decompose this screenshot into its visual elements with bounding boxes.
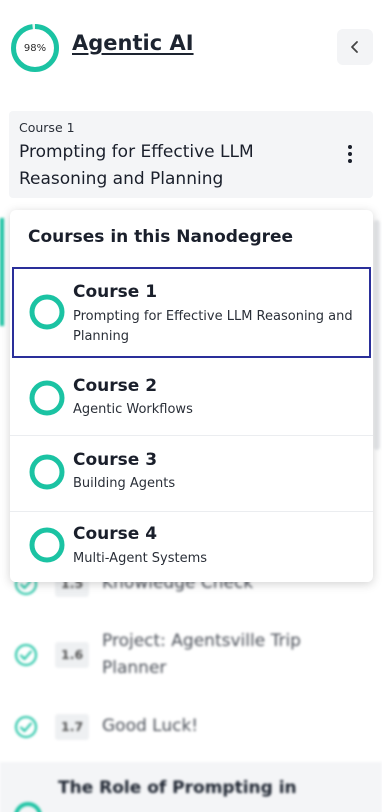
course-progress-ring-icon (28, 526, 66, 564)
collapse-sidebar-button[interactable] (337, 29, 373, 65)
course-progress-ring-icon (28, 453, 66, 491)
course-progress-ring-icon (28, 379, 66, 417)
lesson-name: Project: Agentsville Trip Planner (102, 631, 301, 678)
check-circle-icon (15, 716, 37, 738)
course-option-1[interactable]: Course 1 Prompting for Effective LLM Rea… (12, 267, 371, 358)
kebab-menu-icon[interactable] (340, 141, 360, 167)
course-option-subtitle: Prompting for Effective LLM Reasoning an… (73, 309, 353, 344)
course-option-title: Course 4 (73, 524, 158, 544)
current-course-card[interactable]: Course 1 Prompting for Effective LLM Rea… (9, 111, 373, 198)
check-circle-icon (15, 644, 37, 666)
current-course-title: Prompting for Effective LLM Reasoning an… (19, 142, 254, 189)
course-option-title: Course 2 (73, 376, 158, 396)
course-option-4[interactable]: Course 4 Multi-Agent Systems (12, 512, 371, 582)
course-option-subtitle: Building Agents (73, 476, 176, 491)
courses-dropdown: Courses in this Nanodegree Course 1 Prom… (10, 210, 373, 582)
course-option-3[interactable]: Course 3 Building Agents (12, 436, 371, 510)
course-option-subtitle: Agentic Workflows (73, 402, 193, 417)
progress-ring-icon (14, 802, 42, 812)
course-option-2[interactable]: Course 2 Agentic Workflows (12, 360, 371, 434)
active-lesson-indicator (0, 218, 4, 326)
next-section-title: The Role of Prompting in (58, 778, 297, 798)
scrollbar[interactable] (374, 220, 380, 450)
header: 98% Agentic AI (0, 0, 382, 96)
course-option-title: Course 1 (73, 282, 158, 302)
next-section[interactable]: The Role of Prompting in (0, 762, 382, 812)
lesson-number: 1.6 (55, 642, 90, 668)
lesson-number: 1.7 (55, 714, 90, 740)
course-option-subtitle: Multi-Agent Systems (73, 551, 208, 566)
progress-percent: 98% (23, 42, 47, 54)
current-course-label: Course 1 (19, 120, 75, 135)
nanodegree-title-link[interactable]: Agentic AI (72, 31, 194, 55)
chevron-left-icon (351, 41, 358, 53)
course-progress-ring-icon (28, 293, 66, 331)
lesson-name: Good Luck! (102, 716, 199, 736)
course-option-title: Course 3 (73, 450, 158, 470)
dropdown-header: Courses in this Nanodegree (28, 227, 294, 247)
overall-progress-ring: 98% (10, 23, 60, 73)
